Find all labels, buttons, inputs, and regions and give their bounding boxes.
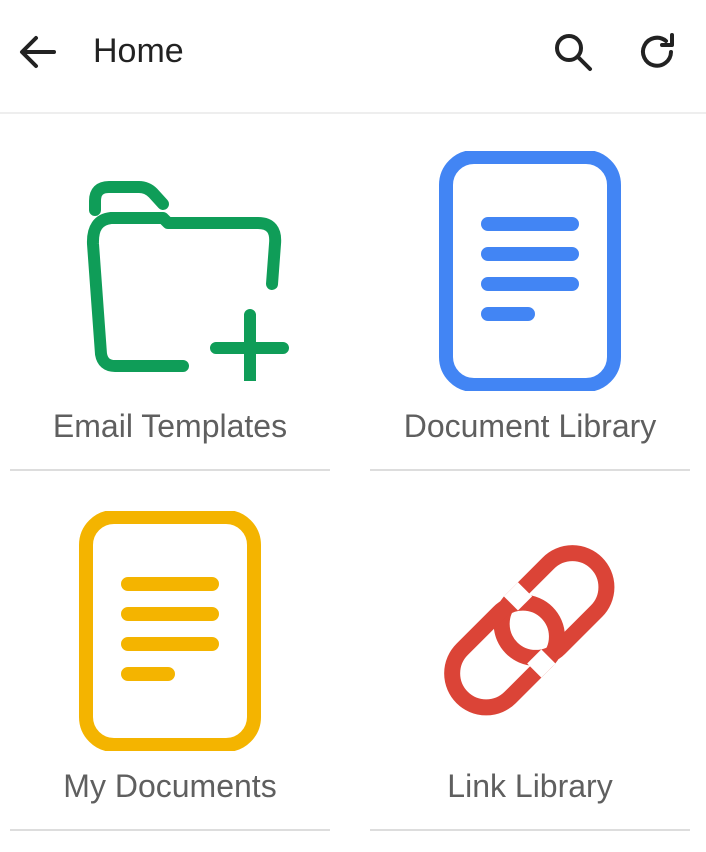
- link-icon: [444, 545, 615, 716]
- tile-document-library[interactable]: Document Library: [370, 116, 690, 472]
- folder-add-icon: [86, 181, 289, 381]
- tile-label: Email Templates: [52, 408, 288, 444]
- refresh-icon: [641, 33, 674, 68]
- divider: [370, 829, 690, 831]
- tile-icon-wrap: [10, 506, 330, 756]
- document-icon: [439, 151, 621, 391]
- tile-icon-wrap: [370, 506, 690, 756]
- search-icon: [555, 34, 592, 71]
- back-button[interactable]: [10, 24, 66, 80]
- document-icon: [79, 511, 261, 751]
- divider: [10, 829, 330, 831]
- divider: [10, 469, 330, 471]
- tile-email-templates[interactable]: Email Templates: [10, 116, 330, 472]
- tile-icon-wrap: [370, 146, 690, 396]
- tile-my-documents[interactable]: My Documents: [10, 476, 330, 832]
- tile-label: My Documents: [63, 768, 277, 804]
- divider: [370, 469, 690, 471]
- refresh-button[interactable]: [629, 24, 685, 80]
- tile-label: Document Library: [403, 408, 657, 444]
- page-title: Home: [93, 32, 184, 70]
- arrow-back-icon: [20, 36, 56, 68]
- tile-label: Link Library: [447, 768, 613, 804]
- search-button[interactable]: [545, 24, 601, 80]
- app-bar: Home: [0, 0, 706, 114]
- tile-icon-wrap: [10, 146, 330, 396]
- tile-link-library[interactable]: Link Library: [370, 476, 690, 832]
